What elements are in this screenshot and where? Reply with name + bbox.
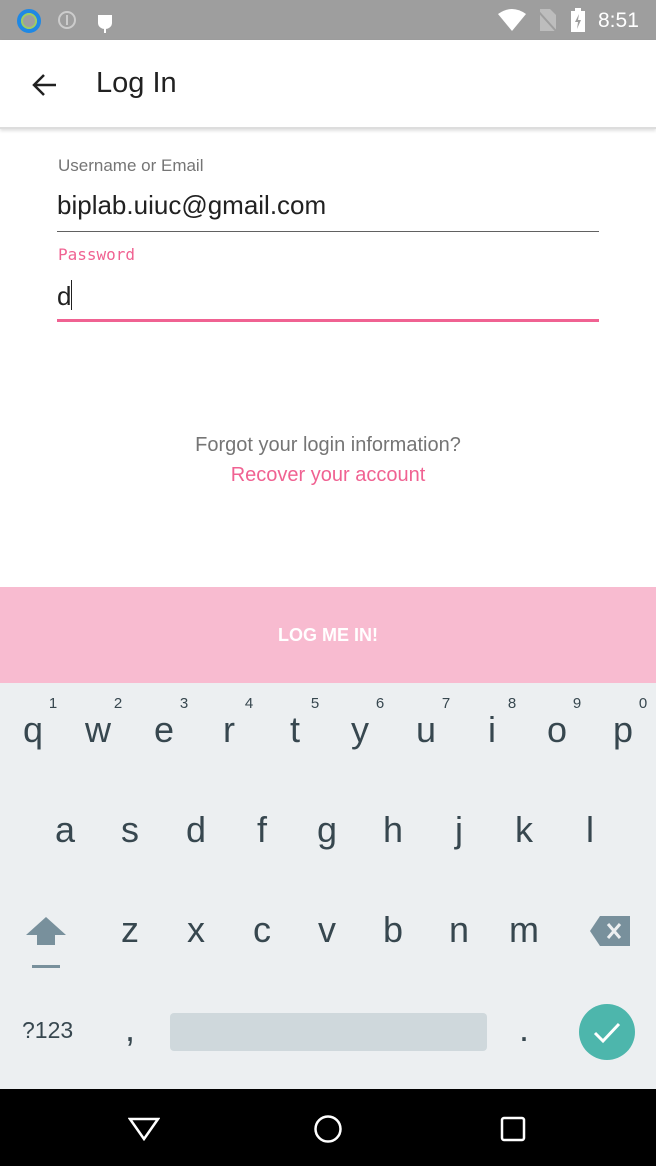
key-l[interactable]: l — [560, 809, 620, 851]
recents-square-icon[interactable] — [500, 1116, 526, 1142]
key-n[interactable]: n — [429, 909, 489, 951]
password-label: Password — [58, 245, 136, 264]
back-triangle-icon[interactable] — [128, 1117, 160, 1141]
key-m[interactable]: m — [494, 909, 554, 951]
backspace-icon[interactable] — [590, 916, 630, 946]
clock: 8:51 — [598, 9, 639, 32]
key-w[interactable]: w — [68, 709, 128, 751]
battery-charging-icon — [571, 8, 585, 32]
key-v[interactable]: v — [297, 909, 357, 951]
enter-check-icon[interactable] — [578, 1003, 636, 1061]
key-o[interactable]: o — [527, 709, 587, 751]
keyboard: ?123 , . q1w2e3r4t5y6u7i8o9p0 asdfghjkl zx… — [0, 683, 656, 1089]
key-r[interactable]: r — [199, 709, 259, 751]
arrow-left-icon[interactable] — [30, 72, 58, 98]
forgot-text: Forgot your login information? — [195, 434, 461, 456]
key-hint-t: 5 — [310, 695, 320, 712]
spacebar[interactable] — [170, 1013, 487, 1051]
password-field[interactable]: d — [57, 280, 599, 322]
key-t[interactable]: t — [265, 709, 325, 751]
key-hint-i: 8 — [507, 695, 517, 712]
login-button[interactable]: LOG ME IN! — [0, 587, 656, 683]
key-j[interactable]: j — [429, 809, 489, 851]
recover-account-link[interactable]: Recover your account — [0, 464, 656, 487]
password-value: d — [57, 281, 72, 311]
key-f[interactable]: f — [232, 809, 292, 851]
username-label: Username or Email — [58, 156, 204, 175]
key-x[interactable]: x — [166, 909, 226, 951]
key-y[interactable]: y — [330, 709, 390, 751]
sync-icon — [58, 11, 76, 29]
status-bar: 8:51 — [0, 0, 656, 40]
text-cursor — [71, 280, 73, 310]
key-i[interactable]: i — [462, 709, 522, 751]
key-z[interactable]: z — [100, 909, 160, 951]
key-hint-w: 2 — [113, 695, 123, 712]
symbols-key[interactable]: ?123 — [22, 1017, 73, 1044]
key-p[interactable]: p — [593, 709, 653, 751]
key-hint-u: 7 — [441, 695, 451, 712]
wifi-icon — [498, 9, 526, 31]
android-debug-icon — [98, 15, 112, 33]
key-hint-e: 3 — [179, 695, 189, 712]
key-hint-y: 6 — [375, 695, 385, 712]
key-k[interactable]: k — [494, 809, 554, 851]
key-g[interactable]: g — [297, 809, 357, 851]
period-key[interactable]: . — [494, 1008, 554, 1050]
nav-bar — [0, 1089, 656, 1166]
page-title: Log In — [96, 67, 177, 99]
key-c[interactable]: c — [232, 909, 292, 951]
home-circle-icon[interactable] — [313, 1114, 343, 1144]
key-s[interactable]: s — [100, 809, 160, 851]
app-ring-icon — [17, 9, 41, 33]
key-hint-q: 1 — [48, 695, 58, 712]
key-hint-p: 0 — [638, 695, 648, 712]
key-hint-o: 9 — [572, 695, 582, 712]
key-u[interactable]: u — [396, 709, 456, 751]
comma-key[interactable]: , — [100, 1008, 160, 1050]
shift-icon[interactable] — [26, 917, 66, 969]
key-h[interactable]: h — [363, 809, 423, 851]
no-sim-icon — [538, 9, 556, 31]
key-a[interactable]: a — [35, 809, 95, 851]
username-field[interactable]: biplab.uiuc@gmail.com — [57, 190, 599, 232]
key-b[interactable]: b — [363, 909, 423, 951]
key-e[interactable]: e — [134, 709, 194, 751]
app-bar: Log In — [0, 40, 656, 129]
key-d[interactable]: d — [166, 809, 226, 851]
username-value: biplab.uiuc@gmail.com — [57, 190, 327, 220]
key-hint-r: 4 — [244, 695, 254, 712]
key-q[interactable]: q — [3, 709, 63, 751]
